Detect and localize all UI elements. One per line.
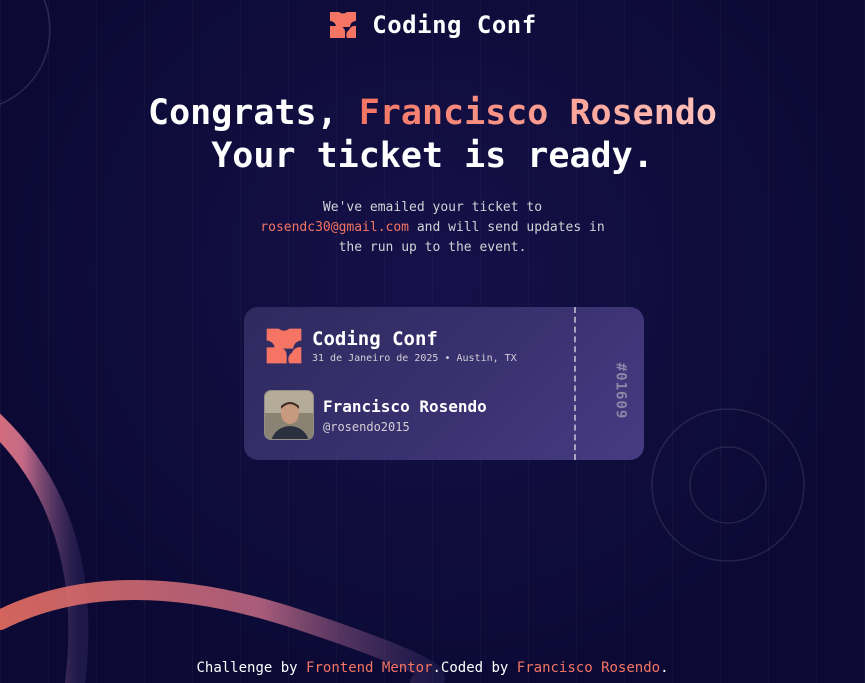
avatar [264, 390, 314, 440]
ticket-logo-icon [266, 328, 302, 364]
ticket-number: #01609 [612, 362, 629, 420]
page-title: Congrats, Francisco Rosendo Your ticket … [0, 92, 865, 178]
message-line3: the run up to the event. [338, 240, 527, 255]
brand-name: Coding Conf [372, 11, 537, 39]
swoosh-vertical [0, 413, 89, 683]
confirmation-message: We've emailed your ticket to rosendc30@g… [0, 198, 865, 258]
ticket-attendee: Francisco Rosendo @rosendo2015 [264, 390, 487, 440]
ticket-perforation [574, 307, 576, 460]
right-inner-circle [689, 446, 767, 524]
brand-header: Coding Conf [0, 10, 865, 40]
coding-conf-logo-icon [330, 12, 357, 38]
footer-middle: .Coded by [432, 660, 517, 676]
message-email: rosendc30@gmail.com [260, 220, 410, 235]
message-line1: We've emailed your ticket to [322, 200, 543, 215]
ticket-event: Coding Conf 31 de Janeiro de 2025 • Aust… [264, 326, 517, 366]
message-after-email: and will send updates in [409, 220, 605, 235]
headline-line2: Your ticket is ready. [211, 136, 654, 176]
ticket-card: Coding Conf 31 de Janeiro de 2025 • Aust… [244, 307, 644, 460]
headline-prefix: Congrats, [148, 93, 359, 133]
attendee-name: Francisco Rosendo [323, 396, 487, 416]
ticket-date-location: 31 de Janeiro de 2025 • Austin, TX [312, 353, 517, 364]
attendee-handle: @rosendo2015 [323, 419, 410, 434]
frontend-mentor-link[interactable]: Frontend Mentor [306, 660, 432, 676]
footer-suffix: . [660, 660, 669, 676]
footer-prefix: Challenge by [196, 660, 307, 676]
headline-name: Francisco Rosendo [358, 93, 717, 133]
footer-attribution: Challenge by Frontend Mentor.Coded by Fr… [0, 660, 865, 676]
right-outer-circle [651, 408, 805, 562]
ticket-event-name: Coding Conf [312, 328, 438, 350]
avatar-photo [265, 391, 313, 439]
author-link[interactable]: Francisco Rosendo [517, 660, 660, 676]
